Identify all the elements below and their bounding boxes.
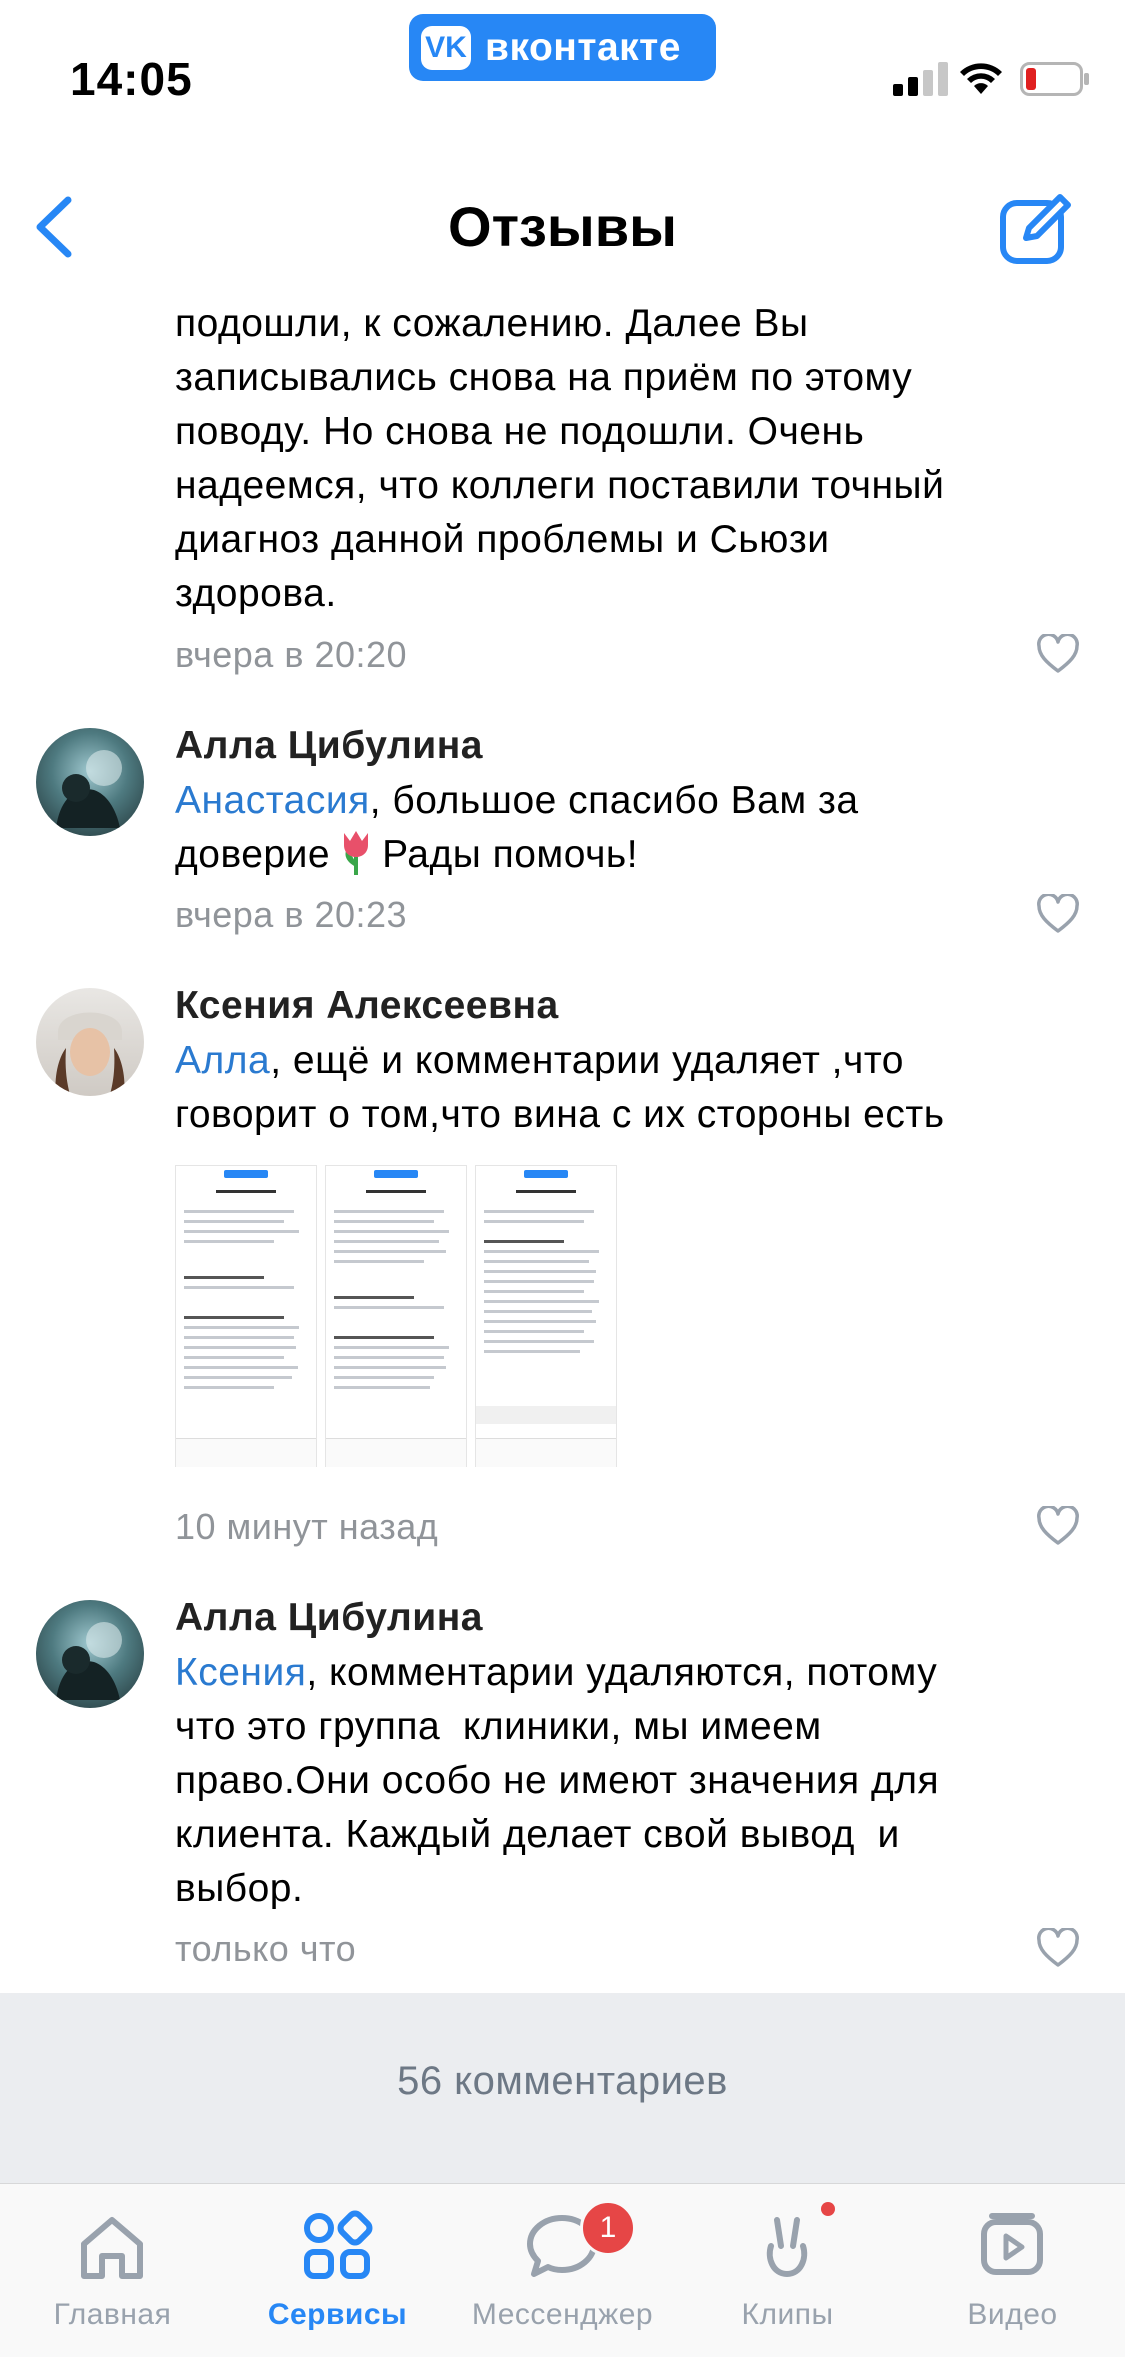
tab-label: Сервисы — [267, 2298, 408, 2331]
like-heart-icon[interactable] — [1036, 894, 1080, 934]
tab-label: Главная — [53, 2298, 172, 2331]
status-time: 14:05 — [70, 53, 193, 105]
comment-line: поводу. Но снова не подошли. Очень — [175, 410, 865, 453]
tab-messenger[interactable]: 1 Мессенджер — [450, 2184, 675, 2357]
attached-screenshot[interactable] — [175, 1165, 317, 1467]
avatar[interactable] — [36, 988, 144, 1096]
tab-bar: Главная Сервисы 1 Мессенджер Клипы Видео — [0, 2183, 1125, 2357]
attached-screenshot[interactable] — [475, 1165, 617, 1467]
navigation-bar: Отзывы — [0, 170, 1125, 290]
comment-author[interactable]: Алла Цибулина — [175, 1596, 483, 1640]
tulip-emoji-icon — [344, 831, 369, 875]
comment-body: Алла, ещё и комментарии удаляет ,что гов… — [175, 1034, 1055, 1142]
tab-clips[interactable]: Клипы — [675, 2184, 900, 2357]
comment-timestamp: только что — [175, 1928, 357, 1969]
comment-line: что это группа клиники, мы имеем — [175, 1705, 822, 1748]
vk-logo-icon: VK — [421, 25, 471, 70]
attached-screenshot[interactable] — [325, 1165, 467, 1467]
wifi-icon — [960, 63, 1002, 94]
tab-label: Видео — [967, 2298, 1058, 2331]
comments-count[interactable]: 56 комментариев — [0, 2059, 1125, 2104]
tab-home[interactable]: Главная — [0, 2184, 225, 2357]
mention-link[interactable]: Алла — [175, 1039, 270, 1082]
comment-timestamp: 10 минут назад — [175, 1506, 439, 1547]
mention-link[interactable]: Ксения — [175, 1651, 306, 1694]
tab-services[interactable]: Сервисы — [225, 2184, 450, 2357]
page-title: Отзывы — [448, 195, 677, 258]
vk-app-badge[interactable]: VK вконтакте — [409, 14, 716, 81]
cellular-signal-icon — [893, 62, 948, 96]
comment-text: Рады помочь! — [382, 833, 639, 876]
comment-line: диагноз данной проблемы и Сьюзи — [175, 518, 830, 561]
clips-icon — [766, 2217, 808, 2278]
unread-badge: 1 — [580, 2200, 636, 2256]
comments-count-bar: 56 комментариев — [0, 1993, 1125, 2183]
comment-timestamp: вчера в 20:20 — [175, 634, 408, 675]
comment-line: выбор. — [175, 1867, 304, 1910]
tab-label: Клипы — [741, 2298, 834, 2331]
new-content-dot — [821, 2202, 835, 2216]
home-icon — [81, 2217, 143, 2279]
comment-author[interactable]: Алла Цибулина — [175, 724, 483, 768]
comment-text: , комментарии удаляются, потому — [306, 1651, 938, 1694]
like-heart-icon[interactable] — [1036, 1506, 1080, 1546]
avatar[interactable] — [36, 1600, 144, 1708]
like-heart-icon[interactable] — [1036, 1928, 1080, 1968]
comment-timestamp: вчера в 20:23 — [175, 894, 408, 935]
compose-icon[interactable] — [996, 188, 1076, 268]
avatar[interactable] — [36, 728, 144, 836]
comment-line: подошли, к сожалению. Далее Вы — [175, 302, 809, 345]
tab-label: Мессенджер — [471, 2298, 654, 2331]
comment-text: , большое спасибо Вам за — [369, 779, 859, 822]
services-icon — [304, 2210, 373, 2279]
comment-line: здорова. — [175, 572, 337, 615]
comment-line: надеемся, что коллеги поставили точный — [175, 464, 945, 507]
comment-body: Ксения, комментарии удаляются, потому чт… — [175, 1646, 1055, 1916]
mention-link[interactable]: Анастасия — [175, 779, 370, 822]
battery-icon — [1020, 62, 1089, 96]
vk-app-badge-label: вконтакте — [485, 25, 681, 69]
comment-body: подошли, к сожалению. Далее Вы записывал… — [175, 297, 1055, 621]
comment-text: говорит о том,что вина с их стороны есть — [175, 1093, 945, 1136]
comment-author[interactable]: Ксения Алексеевна — [175, 984, 559, 1028]
comment-text: доверие — [175, 833, 331, 876]
status-bar: 14:05 VK вконтакте — [0, 0, 1125, 130]
comment-line: право.Они особо не имеют значения для — [175, 1759, 940, 1802]
video-icon — [981, 2213, 1043, 2275]
comment-text: , ещё и комментарии удаляет ,что — [270, 1039, 904, 1082]
comment-line: записывались снова на приём по этому — [175, 356, 913, 399]
like-heart-icon[interactable] — [1036, 634, 1080, 674]
tab-video[interactable]: Видео — [900, 2184, 1125, 2357]
comment-body: Анастасия, большое спасибо Вам за довери… — [175, 774, 1055, 882]
comment-line: клиента. Каждый делает свой вывод и — [175, 1813, 900, 1856]
